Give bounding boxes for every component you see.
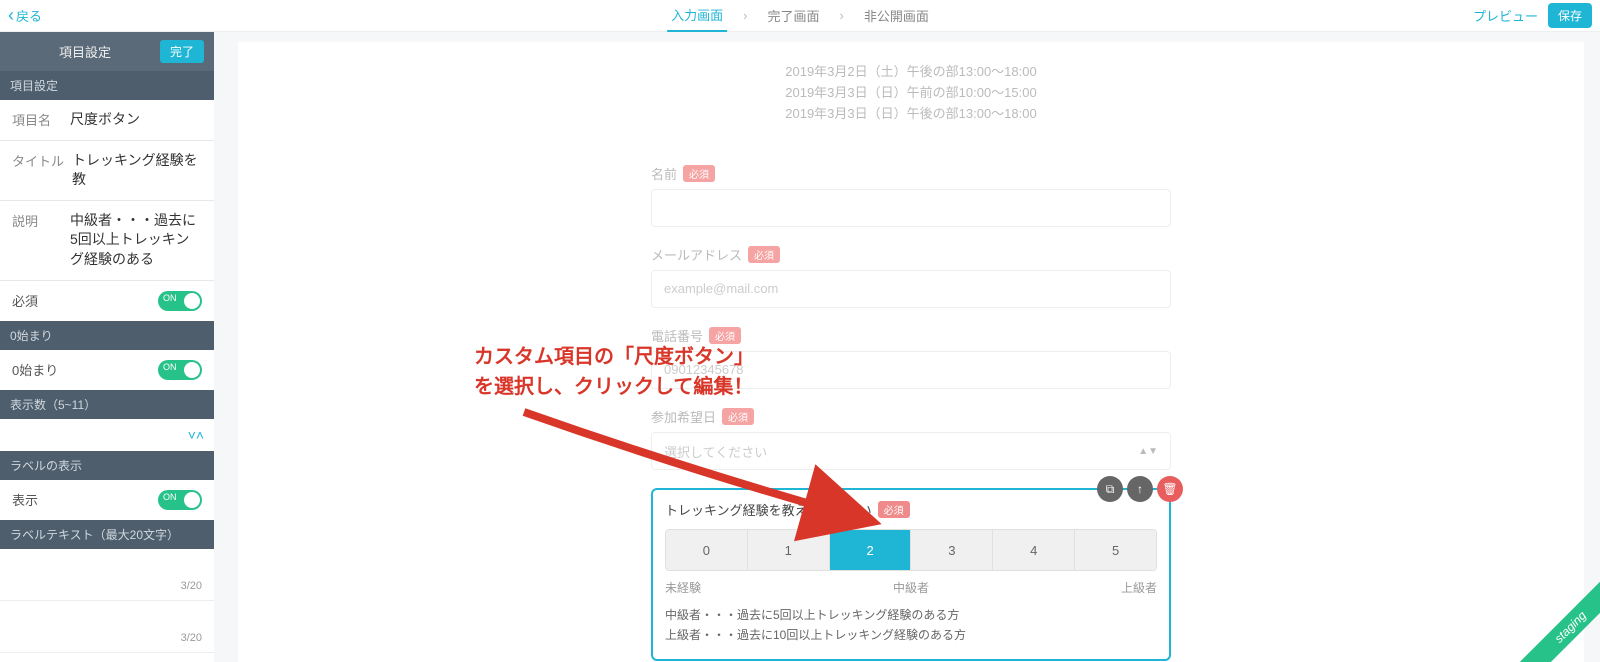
date-select[interactable]: 選択してください▲▼ bbox=[651, 432, 1171, 470]
arrow-up-icon: ↑ bbox=[1137, 482, 1143, 496]
scale-option-1[interactable]: 1 bbox=[748, 530, 830, 570]
save-button[interactable]: 保存 bbox=[1548, 3, 1592, 28]
row-description[interactable]: 説明 中級者・・・過去に5回以上トレッキング経験のある bbox=[0, 201, 214, 281]
field-name: 名前必須 bbox=[651, 164, 1171, 227]
show-label-toggle[interactable]: ON bbox=[158, 490, 202, 510]
required-toggle[interactable]: ON bbox=[158, 291, 202, 311]
field-date: 参加希望日必須 選択してください▲▼ bbox=[651, 407, 1171, 470]
done-button[interactable]: 完了 bbox=[160, 40, 204, 63]
tab-input[interactable]: 入力画面 bbox=[667, 0, 727, 32]
sidebar-title: 項目設定 bbox=[10, 42, 160, 61]
chevron-right-icon: › bbox=[840, 8, 844, 23]
date-info: 2019年3月2日（土）午後の部13:00〜18:00 2019年3月3日（日）… bbox=[651, 62, 1171, 124]
select-arrows-icon: ▲▼ bbox=[1138, 446, 1158, 457]
row-zero-start: 0始まり ON bbox=[0, 350, 214, 390]
trash-icon: 🗑 bbox=[1162, 482, 1177, 496]
form-preview: 2019年3月2日（土）午後の部13:00〜18:00 2019年3月3日（日）… bbox=[238, 42, 1584, 662]
label-left-input[interactable]: 左未経験 3/20 bbox=[0, 549, 214, 601]
tab-nav: 入力画面 › 完了画面 › 非公開画面 bbox=[667, 0, 933, 32]
scale-option-3[interactable]: 3 bbox=[911, 530, 993, 570]
sidebar: 項目設定 完了 項目設定 項目名 尺度ボタン タイトル トレッキング経験を教 説… bbox=[0, 32, 214, 662]
section-label-text: ラベルテキスト（最大20文字） bbox=[0, 520, 214, 549]
section-label-display: ラベルの表示 bbox=[0, 451, 214, 480]
email-input[interactable]: example@mail.com bbox=[651, 270, 1171, 308]
scale-label-left: 未経験 bbox=[665, 579, 701, 596]
row-show-label: 表示 ON bbox=[0, 480, 214, 520]
required-badge: 必須 bbox=[722, 408, 754, 425]
label-center-input[interactable]: 中央中級者 3/20 bbox=[0, 601, 214, 653]
required-badge: 必須 bbox=[878, 501, 910, 518]
scale-field-card[interactable]: ⧉ ↑ 🗑 トレッキング経験を教えてください必須 0 1 2 3 4 5 bbox=[651, 488, 1171, 660]
copy-icon: ⧉ bbox=[1106, 482, 1115, 497]
preview-link[interactable]: プレビュー bbox=[1473, 6, 1538, 25]
required-badge: 必須 bbox=[748, 246, 780, 263]
move-up-button[interactable]: ↑ bbox=[1127, 476, 1153, 502]
scale-label-center: 中級者 bbox=[893, 579, 929, 596]
scale-option-0[interactable]: 0 bbox=[666, 530, 748, 570]
delete-button[interactable]: 🗑 bbox=[1157, 476, 1183, 502]
back-link[interactable]: 戻る bbox=[8, 5, 42, 26]
main-canvas: 2019年3月2日（土）午後の部13:00〜18:00 2019年3月3日（日）… bbox=[214, 32, 1600, 662]
required-badge: 必須 bbox=[683, 165, 715, 182]
tab-complete[interactable]: 完了画面 bbox=[763, 0, 823, 31]
zero-start-toggle[interactable]: ON bbox=[158, 360, 202, 380]
section-zero-start: 0始まり bbox=[0, 321, 214, 350]
scale-option-4[interactable]: 4 bbox=[993, 530, 1075, 570]
section-item-settings: 項目設定 bbox=[0, 71, 214, 100]
row-title[interactable]: タイトル トレッキング経験を教 bbox=[0, 141, 214, 201]
row-item-name[interactable]: 項目名 尺度ボタン bbox=[0, 100, 214, 141]
row-required: 必須 ON bbox=[0, 281, 214, 321]
scale-option-2[interactable]: 2 bbox=[830, 530, 912, 570]
topbar: 戻る 入力画面 › 完了画面 › 非公開画面 プレビュー 保存 bbox=[0, 0, 1600, 32]
display-count-select[interactable]: 6 ˅ ˄ bbox=[0, 419, 214, 451]
section-display-count: 表示数（5~11） bbox=[0, 390, 214, 419]
scale-label-right: 上級者 bbox=[1121, 579, 1157, 596]
name-input[interactable] bbox=[651, 189, 1171, 227]
chevron-right-icon: › bbox=[743, 8, 747, 23]
duplicate-button[interactable]: ⧉ bbox=[1097, 476, 1123, 502]
label-right-input[interactable]: 右上級者 3/20 bbox=[0, 653, 214, 662]
scale-option-5[interactable]: 5 bbox=[1075, 530, 1156, 570]
tab-private[interactable]: 非公開画面 bbox=[860, 0, 933, 31]
annotation-text: カスタム項目の「尺度ボタン」 を選択し、クリックして編集！ bbox=[474, 342, 754, 402]
stepper-arrows-icon: ˅ ˄ bbox=[188, 427, 202, 443]
scale-buttons: 0 1 2 3 4 5 bbox=[665, 529, 1157, 571]
field-email: メールアドレス必須 example@mail.com bbox=[651, 245, 1171, 308]
